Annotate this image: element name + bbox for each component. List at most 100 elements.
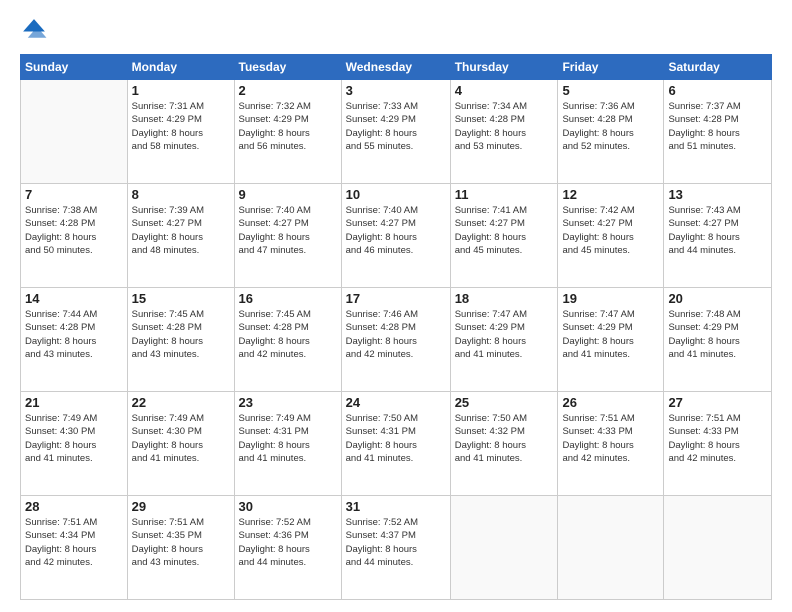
day-number: 20: [668, 291, 767, 306]
calendar-cell: 22Sunrise: 7:49 AM Sunset: 4:30 PM Dayli…: [127, 392, 234, 496]
day-number: 1: [132, 83, 230, 98]
day-number: 19: [562, 291, 659, 306]
calendar-cell: 23 Sunrise: 7:49 AM Sunset: 4:31 PM Dayli…: [234, 392, 341, 496]
day-number: 21: [25, 395, 123, 410]
calendar-cell: 2 Sunrise: 7:32 AM Sunset: 4:29 PM Daylig…: [234, 80, 341, 184]
day-number: 26: [562, 395, 659, 410]
day-info: Sunrise: 7:47 AM Sunset: 4:29 PM Dayligh…: [562, 308, 659, 361]
calendar-cell: 26Sunrise: 7:51 AM Sunset: 4:33 PM Dayli…: [558, 392, 664, 496]
day-info: Sunrise: 7:32 AM Sunset: 4:29 PM Dayligh…: [239, 100, 337, 153]
calendar-cell: [664, 496, 772, 600]
calendar-cell: 9Sunrise: 7:40 AM Sunset: 4:27 PM Daylig…: [234, 184, 341, 288]
day-info: Sunrise: 7:51 AM Sunset: 4:34 PM Dayligh…: [25, 516, 123, 569]
day-info: Sunrise: 7:51 AM Sunset: 4:33 PM Dayligh…: [668, 412, 767, 465]
day-info: Sunrise: 7:31 AM Sunset: 4:29 PM Dayligh…: [132, 100, 230, 153]
calendar-cell: [558, 496, 664, 600]
day-number: 10: [346, 187, 446, 202]
day-info: Sunrise: 7:44 AM Sunset: 4:28 PM Dayligh…: [25, 308, 123, 361]
day-number: 30: [239, 499, 337, 514]
calendar-cell: 18Sunrise: 7:47 AM Sunset: 4:29 PM Dayli…: [450, 288, 558, 392]
calendar-cell: 31Sunrise: 7:52 AM Sunset: 4:37 PM Dayli…: [341, 496, 450, 600]
day-number: 27: [668, 395, 767, 410]
day-info: Sunrise: 7:48 AM Sunset: 4:29 PM Dayligh…: [668, 308, 767, 361]
day-number: 7: [25, 187, 123, 202]
day-number: 2: [239, 83, 337, 98]
day-number: 11: [455, 187, 554, 202]
day-info: Sunrise: 7:50 AM Sunset: 4:31 PM Dayligh…: [346, 412, 446, 465]
day-info: Sunrise: 7:42 AM Sunset: 4:27 PM Dayligh…: [562, 204, 659, 257]
day-info: Sunrise: 7:52 AM Sunset: 4:36 PM Dayligh…: [239, 516, 337, 569]
calendar-cell: 10Sunrise: 7:40 AM Sunset: 4:27 PM Dayli…: [341, 184, 450, 288]
weekday-header: Friday: [558, 55, 664, 80]
day-info: Sunrise: 7:37 AM Sunset: 4:28 PM Dayligh…: [668, 100, 767, 153]
calendar-cell: 7Sunrise: 7:38 AM Sunset: 4:28 PM Daylig…: [21, 184, 128, 288]
day-info: Sunrise: 7:36 AM Sunset: 4:28 PM Dayligh…: [562, 100, 659, 153]
calendar-cell: 11 Sunrise: 7:41 AM Sunset: 4:27 PM Dayli…: [450, 184, 558, 288]
calendar-cell: 16 Sunrise: 7:45 AM Sunset: 4:28 PM Dayli…: [234, 288, 341, 392]
day-number: 23: [239, 395, 337, 410]
weekday-header: Saturday: [664, 55, 772, 80]
logo-icon: [20, 16, 48, 44]
day-number: 18: [455, 291, 554, 306]
calendar-cell: 20 Sunrise: 7:48 AM Sunset: 4:29 PM Dayli…: [664, 288, 772, 392]
calendar-cell: 12 Sunrise: 7:42 AM Sunset: 4:27 PM Dayli…: [558, 184, 664, 288]
calendar-header-row: SundayMondayTuesdayWednesdayThursdayFrid…: [21, 55, 772, 80]
calendar-week-row: 28Sunrise: 7:51 AM Sunset: 4:34 PM Dayli…: [21, 496, 772, 600]
calendar-cell: 17 Sunrise: 7:46 AM Sunset: 4:28 PM Dayli…: [341, 288, 450, 392]
calendar-week-row: 14 Sunrise: 7:44 AM Sunset: 4:28 PM Dayli…: [21, 288, 772, 392]
calendar-cell: 15Sunrise: 7:45 AM Sunset: 4:28 PM Dayli…: [127, 288, 234, 392]
calendar-cell: 30 Sunrise: 7:52 AM Sunset: 4:36 PM Dayli…: [234, 496, 341, 600]
calendar-cell: 27 Sunrise: 7:51 AM Sunset: 4:33 PM Dayli…: [664, 392, 772, 496]
day-number: 16: [239, 291, 337, 306]
calendar-cell: 28Sunrise: 7:51 AM Sunset: 4:34 PM Dayli…: [21, 496, 128, 600]
weekday-header: Wednesday: [341, 55, 450, 80]
calendar-cell: 4Sunrise: 7:34 AM Sunset: 4:28 PM Daylig…: [450, 80, 558, 184]
day-info: Sunrise: 7:43 AM Sunset: 4:27 PM Dayligh…: [668, 204, 767, 257]
day-info: Sunrise: 7:49 AM Sunset: 4:30 PM Dayligh…: [25, 412, 123, 465]
day-info: Sunrise: 7:41 AM Sunset: 4:27 PM Dayligh…: [455, 204, 554, 257]
calendar-cell: 25 Sunrise: 7:50 AM Sunset: 4:32 PM Dayli…: [450, 392, 558, 496]
day-info: Sunrise: 7:50 AM Sunset: 4:32 PM Dayligh…: [455, 412, 554, 465]
weekday-header: Tuesday: [234, 55, 341, 80]
day-info: Sunrise: 7:52 AM Sunset: 4:37 PM Dayligh…: [346, 516, 446, 569]
weekday-header: Sunday: [21, 55, 128, 80]
calendar-cell: 1 Sunrise: 7:31 AM Sunset: 4:29 PM Daylig…: [127, 80, 234, 184]
day-info: Sunrise: 7:51 AM Sunset: 4:35 PM Dayligh…: [132, 516, 230, 569]
calendar-cell: 19 Sunrise: 7:47 AM Sunset: 4:29 PM Dayli…: [558, 288, 664, 392]
day-number: 25: [455, 395, 554, 410]
header: [20, 16, 772, 44]
day-number: 24: [346, 395, 446, 410]
day-info: Sunrise: 7:49 AM Sunset: 4:31 PM Dayligh…: [239, 412, 337, 465]
calendar-cell: 29 Sunrise: 7:51 AM Sunset: 4:35 PM Dayli…: [127, 496, 234, 600]
day-info: Sunrise: 7:45 AM Sunset: 4:28 PM Dayligh…: [132, 308, 230, 361]
day-number: 14: [25, 291, 123, 306]
calendar-cell: 21 Sunrise: 7:49 AM Sunset: 4:30 PM Dayli…: [21, 392, 128, 496]
day-number: 6: [668, 83, 767, 98]
day-number: 4: [455, 83, 554, 98]
weekday-header: Thursday: [450, 55, 558, 80]
calendar-cell: 6 Sunrise: 7:37 AM Sunset: 4:28 PM Daylig…: [664, 80, 772, 184]
day-number: 8: [132, 187, 230, 202]
calendar-cell: 13 Sunrise: 7:43 AM Sunset: 4:27 PM Dayli…: [664, 184, 772, 288]
calendar-week-row: 7Sunrise: 7:38 AM Sunset: 4:28 PM Daylig…: [21, 184, 772, 288]
calendar-week-row: 1 Sunrise: 7:31 AM Sunset: 4:29 PM Daylig…: [21, 80, 772, 184]
day-number: 12: [562, 187, 659, 202]
day-info: Sunrise: 7:45 AM Sunset: 4:28 PM Dayligh…: [239, 308, 337, 361]
day-number: 29: [132, 499, 230, 514]
day-number: 9: [239, 187, 337, 202]
calendar-week-row: 21 Sunrise: 7:49 AM Sunset: 4:30 PM Dayli…: [21, 392, 772, 496]
day-info: Sunrise: 7:39 AM Sunset: 4:27 PM Dayligh…: [132, 204, 230, 257]
day-number: 3: [346, 83, 446, 98]
day-number: 13: [668, 187, 767, 202]
day-number: 17: [346, 291, 446, 306]
day-number: 5: [562, 83, 659, 98]
page: SundayMondayTuesdayWednesdayThursdayFrid…: [0, 0, 792, 612]
calendar-cell: 14 Sunrise: 7:44 AM Sunset: 4:28 PM Dayli…: [21, 288, 128, 392]
calendar-cell: 8 Sunrise: 7:39 AM Sunset: 4:27 PM Daylig…: [127, 184, 234, 288]
calendar-cell: 3 Sunrise: 7:33 AM Sunset: 4:29 PM Daylig…: [341, 80, 450, 184]
day-info: Sunrise: 7:33 AM Sunset: 4:29 PM Dayligh…: [346, 100, 446, 153]
day-info: Sunrise: 7:46 AM Sunset: 4:28 PM Dayligh…: [346, 308, 446, 361]
calendar-cell: [450, 496, 558, 600]
calendar-cell: 5 Sunrise: 7:36 AM Sunset: 4:28 PM Daylig…: [558, 80, 664, 184]
calendar-cell: 24 Sunrise: 7:50 AM Sunset: 4:31 PM Dayli…: [341, 392, 450, 496]
